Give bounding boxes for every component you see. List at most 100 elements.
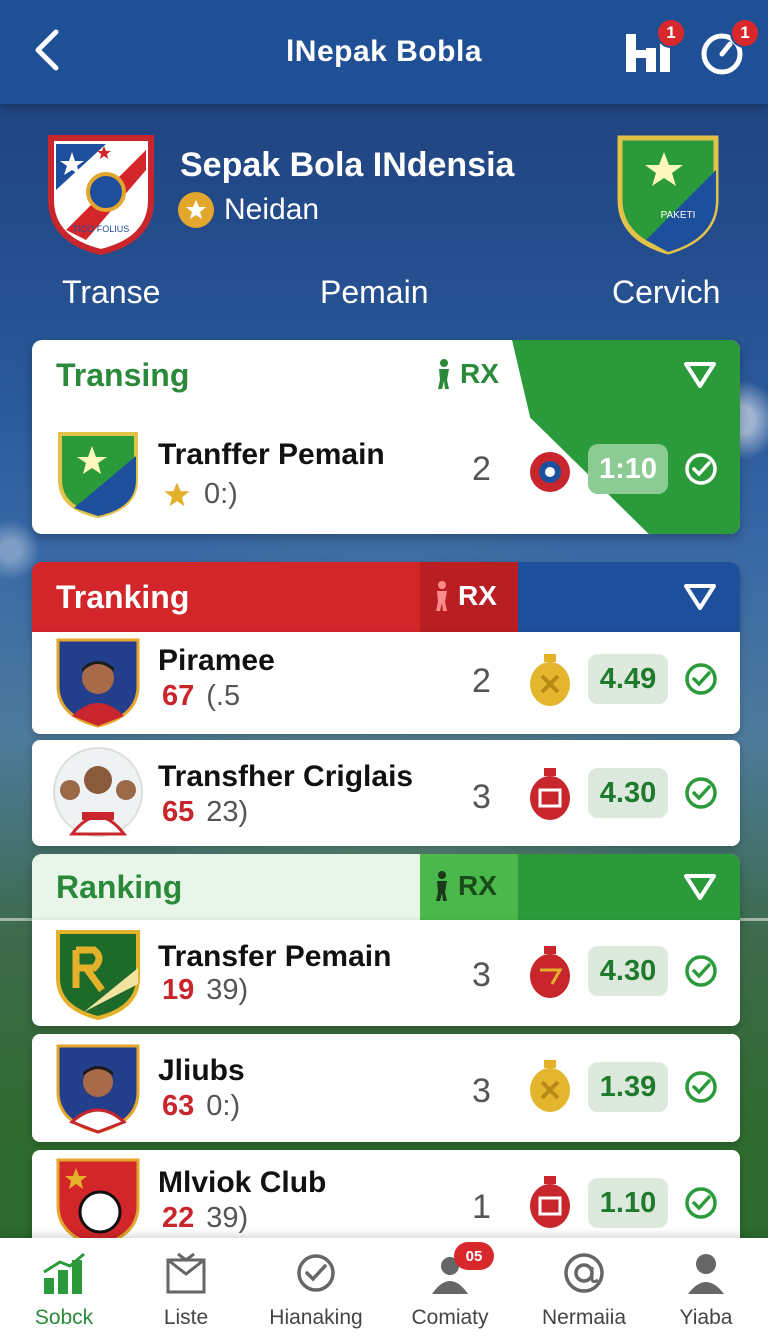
player-crest	[54, 1042, 142, 1134]
club-logo	[54, 1156, 142, 1238]
nav-item-nermaiia[interactable]: Nermaiia	[520, 1250, 648, 1340]
row-subtitle: 63 0:)	[162, 1090, 240, 1123]
row-detail: (.5	[206, 680, 241, 712]
row-count: 2	[472, 450, 491, 488]
row-score: 67	[162, 680, 195, 712]
timer-button[interactable]: 1	[696, 18, 760, 80]
row-count: 3	[472, 956, 491, 994]
row-subtitle: 67 (.5	[162, 680, 240, 713]
row-count: 3	[472, 778, 491, 816]
tab-pemain[interactable]: Pemain	[320, 274, 429, 311]
shield-crest-icon: TICO FOLIUS	[48, 135, 154, 256]
row-title: Mlviok Club	[158, 1166, 327, 1199]
list-item[interactable]: Transfer Pemain 19 39) 3 4.30	[32, 920, 740, 1026]
club-name: Sepak Bola INdensia	[180, 146, 515, 184]
star-icon	[164, 482, 190, 506]
stats-button[interactable]: 1	[622, 18, 686, 80]
nav-item-comiaty[interactable]: 05 Comiaty	[386, 1242, 514, 1340]
row-detail: 0:)	[204, 478, 238, 510]
filter-button[interactable]	[682, 870, 718, 904]
team-photo	[52, 746, 144, 838]
row-count: 1	[472, 1188, 491, 1226]
rx-filter[interactable]: RX	[434, 358, 499, 390]
odds-value[interactable]: 4.49	[588, 654, 668, 704]
back-button[interactable]	[28, 26, 68, 74]
row-score: 65	[162, 796, 195, 828]
row-detail: 39)	[206, 1202, 249, 1234]
club-badge-icon	[526, 1174, 574, 1228]
tab-cervich[interactable]: Cervich	[612, 274, 720, 311]
rx-label: RX	[458, 870, 497, 901]
player-icon	[436, 871, 447, 901]
check-circle-icon[interactable]	[684, 1070, 718, 1104]
filter-icon	[684, 584, 716, 610]
nav-item-sobck[interactable]: Sobck	[0, 1250, 128, 1340]
row-title: Tranffer Pemain	[158, 438, 385, 471]
medal-icon	[526, 1058, 574, 1112]
check-circle-icon[interactable]	[684, 776, 718, 810]
odds-value[interactable]: 1.39	[588, 1062, 668, 1112]
odds-value[interactable]: 1:10	[588, 444, 668, 494]
check-circle-icon[interactable]	[684, 452, 718, 486]
nav-label: Comiaty	[411, 1306, 489, 1329]
section-title: Ranking	[56, 868, 183, 905]
team-photo-avatar	[53, 747, 143, 837]
filter-button[interactable]	[682, 580, 718, 614]
row-subtitle: 65 23)	[162, 796, 248, 829]
list-item[interactable]: Transfher Criglais 65 23) 3 4.30	[32, 740, 740, 846]
crest-left-text: TICO FOLIUS	[73, 224, 130, 234]
timer-notification-badge: 1	[730, 18, 760, 48]
odds-value[interactable]: 4.30	[588, 768, 668, 818]
rx-label: RX	[458, 580, 497, 611]
nav-label: Yiaba	[679, 1306, 733, 1329]
row-title: Jliubs	[158, 1054, 245, 1087]
check-circle-icon[interactable]	[684, 662, 718, 696]
nav-label: Sobck	[34, 1306, 94, 1329]
nav-item-liste[interactable]: Liste	[122, 1250, 250, 1340]
rx-filter[interactable]: RX	[432, 870, 497, 902]
nav-item-hianaking[interactable]: Hianaking	[252, 1250, 380, 1340]
club-logo	[54, 428, 142, 520]
community-badge: 05	[454, 1242, 494, 1270]
club-header: TICO FOLIUS Sepak Bola INdensia Neidan P…	[0, 104, 768, 336]
at-icon	[560, 1250, 608, 1296]
row-detail: 39)	[206, 974, 249, 1006]
row-score: 63	[162, 1090, 195, 1122]
odds-value[interactable]: 1.10	[588, 1178, 668, 1228]
club-badge-icon	[526, 944, 574, 998]
list-item[interactable]: Piramee 67 (.5 2 4.49	[32, 632, 740, 734]
app-title: lNepak Bobla	[285, 35, 483, 68]
rx-filter[interactable]: RX	[432, 580, 497, 612]
profile-icon	[682, 1250, 730, 1296]
list-item[interactable]: Tranffer Pemain 0:) 2 1:10	[32, 410, 740, 534]
row-title: Transfher Criglais	[158, 760, 414, 793]
crest-right-text: PAKETI	[661, 210, 696, 221]
tab-transe[interactable]: Transe	[62, 274, 160, 311]
shield-crest-icon: PAKETI	[617, 135, 719, 255]
club-crest-right[interactable]: PAKETI	[616, 130, 720, 256]
star-badge-icon	[178, 192, 214, 228]
medal-icon	[526, 652, 574, 706]
nav-label: Nermaiia	[541, 1306, 627, 1329]
check-circle-icon[interactable]	[684, 1186, 718, 1220]
check-circle-icon	[292, 1250, 340, 1296]
check-circle-icon[interactable]	[684, 954, 718, 988]
list-item[interactable]: Jliubs 63 0:) 3 1.39	[32, 1034, 740, 1142]
list-item[interactable]: Mlviok Club 22 39) 1 1.10	[32, 1150, 740, 1238]
player-icon	[438, 359, 449, 389]
nav-label: Hianaking	[269, 1306, 363, 1329]
shield-crest-icon	[58, 432, 138, 519]
player-crest	[54, 636, 142, 728]
row-title: Piramee	[158, 644, 275, 677]
section-title: Transing	[56, 356, 190, 393]
rx-label: RX	[460, 358, 499, 389]
player-shield-icon	[56, 1044, 140, 1134]
odds-value[interactable]: 4.30	[588, 946, 668, 996]
filter-button[interactable]	[682, 358, 718, 392]
row-subtitle: 19 39)	[162, 974, 248, 1007]
row-detail: 0:)	[206, 1090, 241, 1122]
club-crest-left[interactable]: TICO FOLIUS	[46, 130, 156, 256]
nav-item-yiaba[interactable]: Yiaba	[642, 1250, 768, 1340]
club-subtitle-text: Neidan	[224, 193, 320, 226]
shield-crest-icon	[56, 930, 140, 1021]
